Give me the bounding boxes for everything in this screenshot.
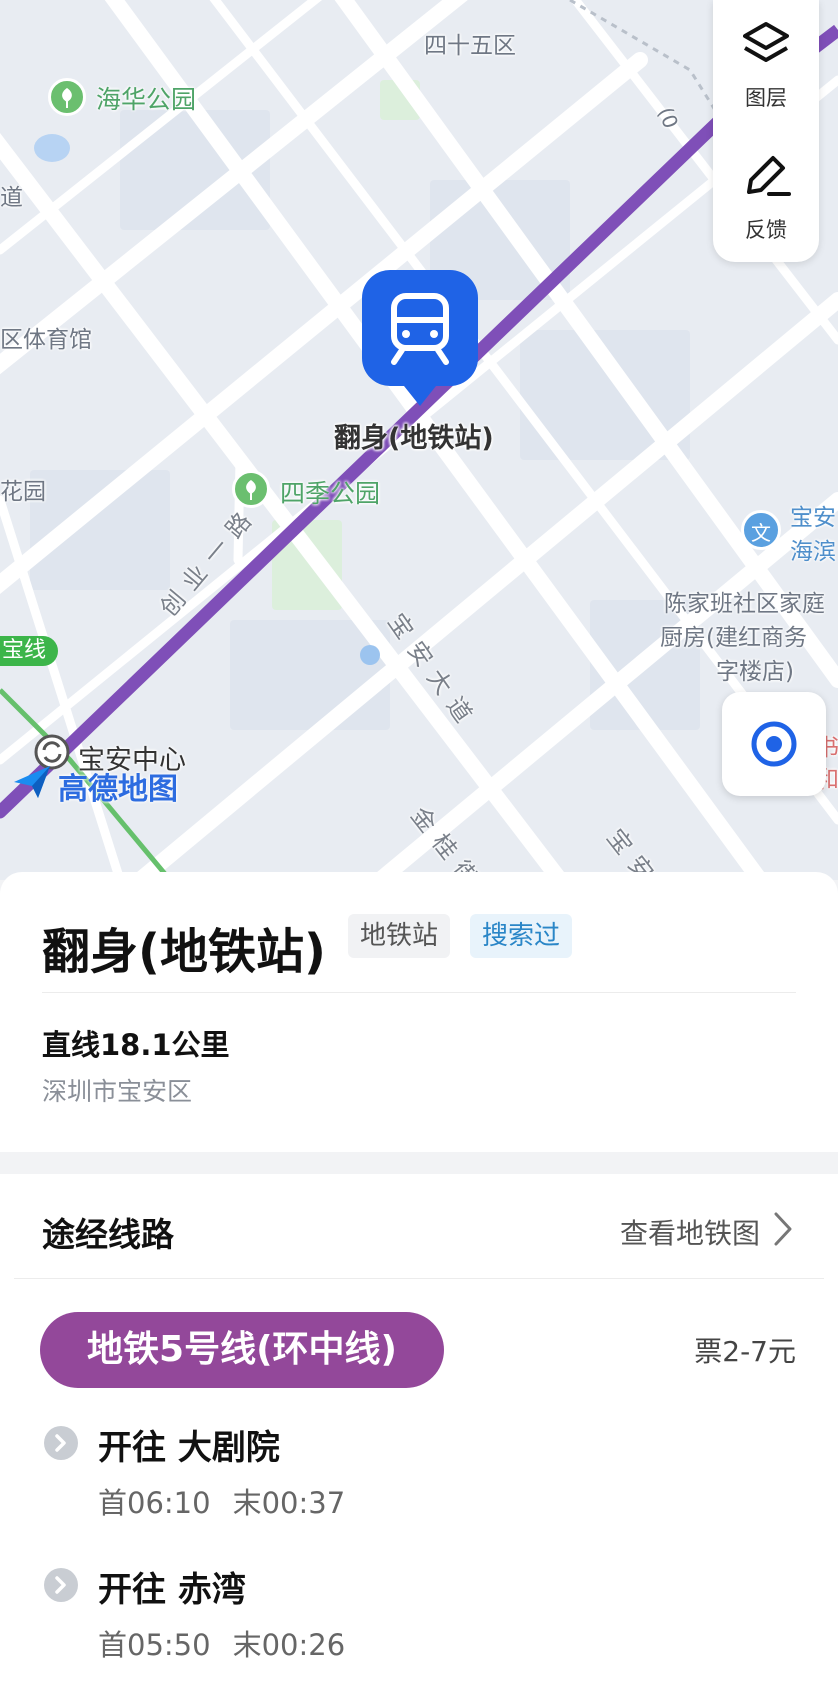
divider bbox=[14, 1278, 824, 1279]
school-icon: 文 bbox=[741, 510, 781, 550]
first-train-time: 首05:50 bbox=[98, 1628, 211, 1662]
view-metro-map-link[interactable]: 查看地铁图 bbox=[620, 1212, 760, 1252]
last-train-time: 末00:37 bbox=[232, 1486, 346, 1520]
map-view[interactable]: 四十五区 海华公园 道 区体育馆 花园 四季公园 宝线 创业一路 宝安大道 金桂… bbox=[0, 0, 838, 880]
park-icon bbox=[48, 78, 86, 116]
layers-button[interactable]: 图层 bbox=[713, 0, 819, 124]
poi-info-panel: 翻身(地铁站) 地铁站 搜索过 直线18.1公里 深圳市宝安区 bbox=[0, 872, 838, 1152]
map-label-restaurant-2: 厨房(建红商务 bbox=[660, 625, 807, 651]
direction-times: 首05:50 末00:26 bbox=[98, 1622, 367, 1664]
amap-logo-icon bbox=[14, 766, 50, 798]
feedback-label: 反馈 bbox=[745, 218, 787, 242]
locate-me-button[interactable] bbox=[722, 692, 826, 796]
poi-type-tag: 地铁站 bbox=[348, 914, 451, 958]
direction-destination[interactable]: 开往 赤湾 bbox=[98, 1562, 246, 1611]
direction-destination[interactable]: 开往 大剧院 bbox=[98, 1420, 280, 1469]
station-pin-label[interactable]: 翻身(地铁站) bbox=[334, 416, 494, 455]
routes-panel: 途经线路 查看地铁图 地铁5号线(环中线) 票2-7元 开往 大剧院 首06:1… bbox=[0, 1174, 838, 1706]
chevron-right-icon[interactable] bbox=[772, 1210, 794, 1248]
map-label-gym: 区体育馆 bbox=[0, 327, 92, 353]
amap-logo-text: 高德地图 bbox=[58, 772, 178, 807]
divider bbox=[42, 992, 796, 993]
fare-range: 票2-7元 bbox=[694, 1335, 796, 1368]
map-label-road-fragment: 道 bbox=[0, 185, 23, 211]
routes-section-title: 途经线路 bbox=[42, 1215, 174, 1254]
layers-label: 图层 bbox=[745, 86, 787, 110]
poi-address: 深圳市宝安区 bbox=[42, 1077, 193, 1106]
map-label-edu-1: 宝安 bbox=[790, 505, 836, 531]
searched-tag: 搜索过 bbox=[470, 914, 573, 958]
map-tools-card: 图层 反馈 bbox=[713, 0, 819, 262]
map-label-edu-2: 海滨 bbox=[790, 539, 836, 565]
metro-line-badge: 宝线 bbox=[0, 636, 59, 666]
direction-arrow-icon bbox=[44, 1426, 78, 1460]
locate-icon bbox=[751, 721, 797, 767]
map-label-siji-park: 四季公园 bbox=[280, 479, 381, 508]
direction-arrow-icon bbox=[44, 1568, 78, 1602]
edit-pen-icon bbox=[747, 156, 791, 196]
map-label-restaurant-3: 字楼店) bbox=[716, 659, 794, 685]
map-label-garden: 花园 bbox=[0, 479, 46, 505]
last-train-time: 末00:26 bbox=[232, 1628, 346, 1662]
poi-distance: 直线18.1公里 bbox=[42, 1028, 230, 1062]
map-label-district: 四十五区 bbox=[424, 33, 516, 59]
map-label-restaurant-1: 陈家班社区家庭 bbox=[664, 591, 825, 617]
metro-line-pill[interactable]: 地铁5号线(环中线) bbox=[40, 1312, 444, 1388]
station-pin-icon[interactable] bbox=[362, 270, 478, 406]
first-train-time: 首06:10 bbox=[98, 1486, 211, 1520]
poi-title: 翻身(地铁站) bbox=[42, 924, 326, 980]
feedback-button[interactable]: 反馈 bbox=[713, 130, 819, 254]
direction-times: 首06:10 末00:37 bbox=[98, 1480, 367, 1522]
map-label-haihua-park: 海华公园 bbox=[96, 85, 197, 114]
layers-icon bbox=[743, 22, 789, 62]
